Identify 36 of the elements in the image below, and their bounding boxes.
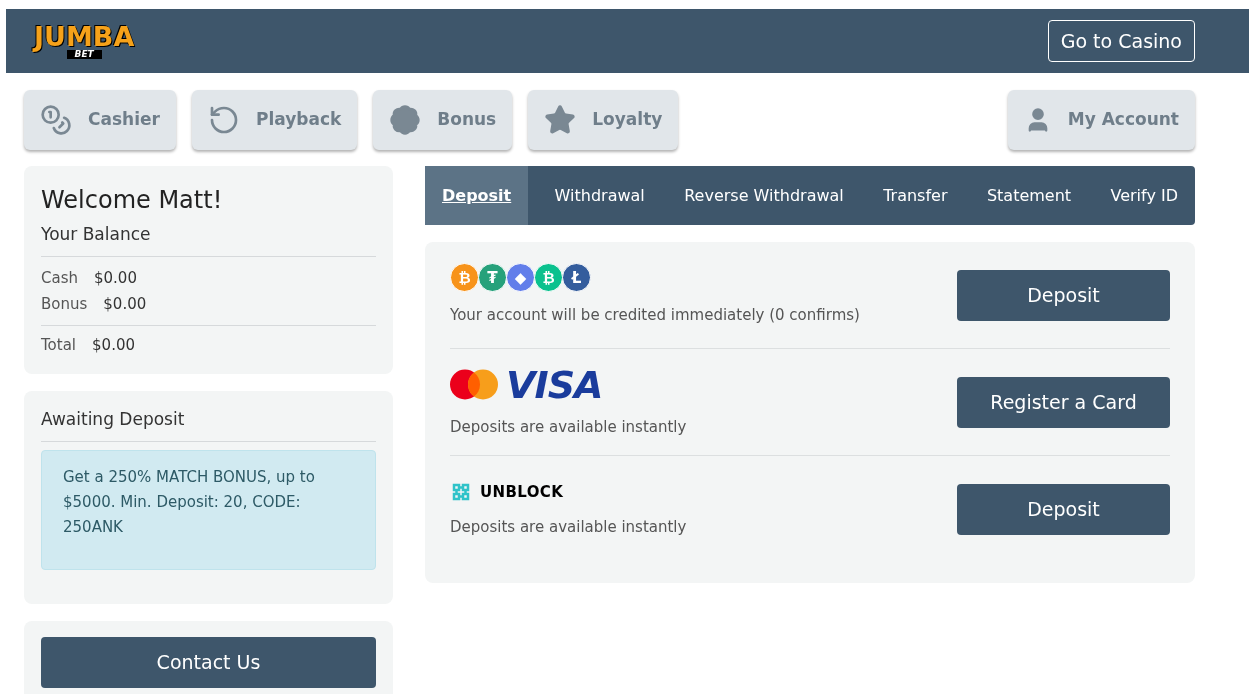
tab[interactable]: Transfer [870,166,961,225]
balance-value: $0.00 [94,267,137,289]
balance-value: $0.00 [103,293,147,315]
coins-icon [40,104,72,136]
balance-label: Cash [41,267,78,289]
bonus-notice: Get a 250% MATCH BONUS, up to $5000. Min. Deposit: 20, CODE: 250ANK [41,449,376,570]
total-value: $0.00 [92,334,135,356]
welcome-heading: Welcome Matt! [41,185,224,216]
method-note: Deposits are available instantly [450,416,687,438]
balance-label: Bonus [41,293,88,315]
coin-icon: ₿ [450,263,479,293]
method-note: Your account will be credited immediately (0 confirms) [450,305,860,327]
tab[interactable]: Verify ID [1097,166,1191,225]
balance-title: Your Balance [41,222,376,257]
tab[interactable]: Deposit [425,166,529,225]
coin-icon: ₿ [534,263,563,293]
total-label: Total [41,334,77,356]
method-button[interactable]: Deposit [957,484,1170,535]
method-button[interactable]: Deposit [957,269,1170,321]
contact-us-button[interactable]: Contact Us [41,636,376,688]
method-button[interactable]: Register a Card [957,376,1170,428]
card-logo-icon [450,369,498,401]
awaiting-title: Awaiting Deposit [41,407,376,442]
brand-logo: UNBLOCK [480,482,564,503]
tab[interactable]: Withdrawal [541,166,658,225]
tab[interactable]: Reverse Withdrawal [671,166,857,225]
badge-icon [389,104,422,136]
go-to-casino-button[interactable]: Go to Casino [1047,19,1195,63]
brand-logo: VISA [506,365,603,404]
method-note: Deposits are available instantly [450,516,687,538]
coin-icon: ◆ [506,263,535,293]
coin-icon: Ł [562,263,591,293]
logo[interactable]: JUMBA BET [34,23,135,59]
tab[interactable]: Statement [973,166,1085,225]
coin-icon: ₮ [478,263,507,293]
star-icon [544,104,577,136]
